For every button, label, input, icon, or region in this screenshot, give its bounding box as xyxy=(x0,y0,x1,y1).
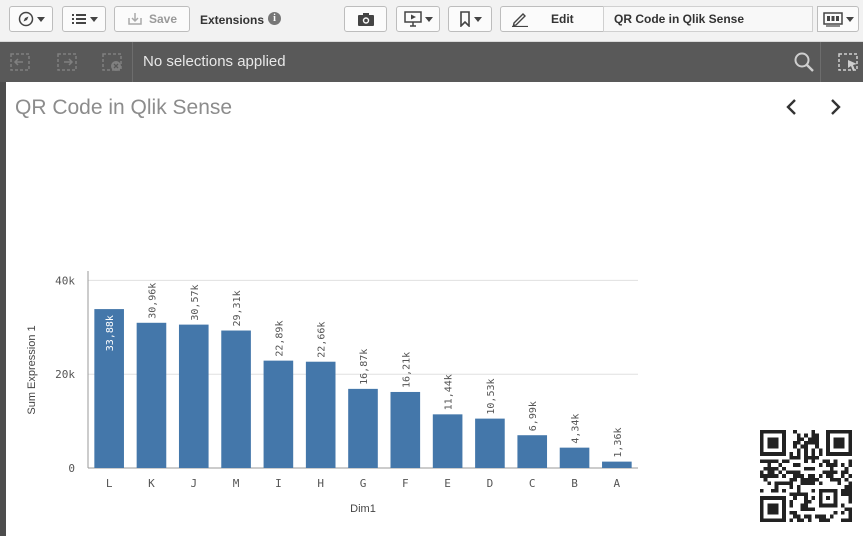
x-tick-label: J xyxy=(190,477,197,490)
x-tick-label: K xyxy=(148,477,155,490)
bar-K xyxy=(136,322,167,468)
data-label: 11,44k xyxy=(444,374,455,410)
data-label: 22,89k xyxy=(274,321,285,357)
data-label: 16,87k xyxy=(359,349,370,385)
x-tick-label: G xyxy=(360,477,367,490)
x-tick-label: C xyxy=(529,477,536,490)
y-axis-title: Sum Expression 1 xyxy=(26,325,38,414)
x-tick-label: B xyxy=(571,477,578,490)
bar-D xyxy=(475,418,505,468)
x-tick-label: L xyxy=(106,477,113,490)
bar-C xyxy=(517,435,548,468)
y-tick-label: 20k xyxy=(55,368,75,381)
data-label: 33,88k xyxy=(105,315,116,351)
x-tick-label: M xyxy=(233,477,240,490)
y-tick-label: 0 xyxy=(68,462,75,475)
data-label: 30,57k xyxy=(190,284,201,320)
qr-code-image xyxy=(760,430,852,522)
x-tick-label: D xyxy=(487,477,494,490)
bar-H xyxy=(305,361,336,468)
bar-G xyxy=(348,388,378,468)
bar-chart: 0 20k 40k L 33,88k K 30,96k J 30,57k M 29,31k I 22,8… xyxy=(26,271,638,515)
bar-A xyxy=(602,461,632,468)
data-label: 10,53k xyxy=(486,378,497,414)
x-axis-title: Dim1 xyxy=(350,503,376,515)
data-label: 29,31k xyxy=(232,290,243,326)
data-label: 4,34k xyxy=(571,414,582,444)
x-tick-label: H xyxy=(317,477,324,490)
data-label: 22,66k xyxy=(317,322,328,358)
bar-F xyxy=(390,391,421,468)
data-label: 6,99k xyxy=(528,401,539,431)
bar-I xyxy=(263,360,294,468)
bar-B xyxy=(559,447,590,468)
data-label: 30,96k xyxy=(147,283,158,319)
x-tick-label: A xyxy=(614,477,621,490)
bar-J xyxy=(178,324,209,468)
data-label: 1,36k xyxy=(613,428,624,458)
x-tick-label: E xyxy=(444,477,451,490)
y-tick-label: 40k xyxy=(55,274,75,287)
x-tick-label: I xyxy=(275,477,282,490)
bar-M xyxy=(221,330,251,468)
bar-E xyxy=(432,414,463,468)
x-tick-label: F xyxy=(402,477,409,490)
data-label: 16,21k xyxy=(401,352,412,388)
